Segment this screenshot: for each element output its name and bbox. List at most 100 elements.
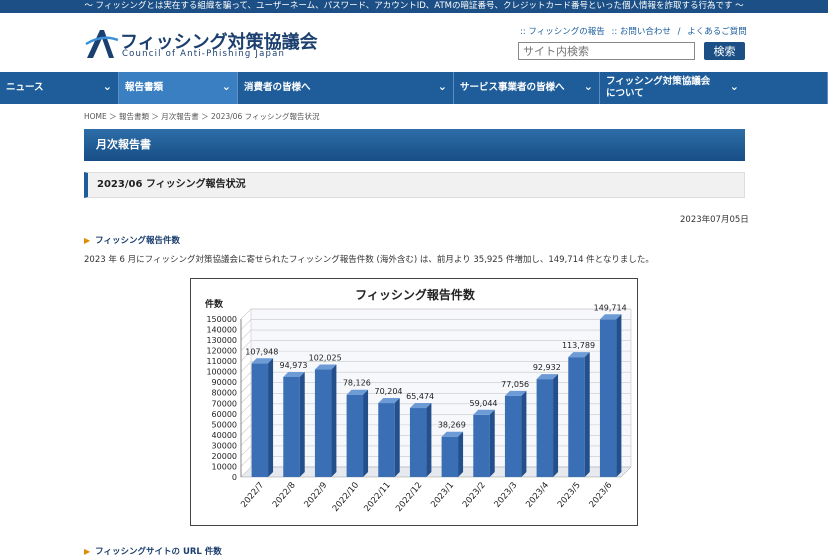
section-heading-label: フィッシング報告件数 — [95, 236, 180, 246]
bar-side — [394, 398, 400, 477]
data-label: 78,126 — [343, 379, 371, 388]
section-heading-label: フィッシングサイトの URL 件数 — [95, 547, 222, 557]
search-input[interactable] — [518, 42, 695, 60]
x-tick-label: 2023/1 — [429, 481, 456, 510]
main-nav: ニュース ⌄ 報告書類 ⌄ 消費者の皆様へ ⌄ サービス事業者の皆様へ ⌄ フィ… — [0, 72, 828, 104]
chevron-down-icon: ⌄ — [437, 80, 447, 93]
x-tick-label: 2023/6 — [588, 481, 615, 510]
y-tick-label: 70000 — [212, 399, 237, 408]
y-tick-label: 0 — [232, 473, 237, 482]
faq-link[interactable]: よくあるご質問 — [687, 27, 747, 37]
y-tick-label: 60000 — [212, 410, 237, 419]
bar-side — [458, 431, 464, 477]
nav-consumers[interactable]: 消費者の皆様へ ⌄ — [238, 72, 454, 104]
bar-side — [331, 364, 337, 477]
report-date: 2023年07月05日 — [680, 215, 749, 225]
nav-service-providers-label: サービス事業者の皆様へ — [460, 82, 565, 93]
bar-side — [426, 403, 432, 477]
search-button[interactable]: 検索 — [704, 42, 745, 60]
nav-news-label: ニュース — [6, 82, 44, 93]
y-tick-label: 30000 — [212, 441, 237, 450]
bar — [346, 394, 364, 477]
data-label: 92,932 — [533, 363, 561, 372]
header-links: :: フィッシングの報告 :: お問い合わせ / よくあるご質問 — [520, 25, 751, 37]
x-tick-label: 2022/12 — [394, 481, 424, 514]
data-label: 94,973 — [280, 361, 308, 370]
data-label: 107,948 — [245, 347, 278, 356]
chart-title: フィッシング報告件数 — [355, 287, 476, 302]
bar — [283, 376, 300, 477]
chevron-down-icon: ⌄ — [583, 80, 593, 93]
nav-news[interactable]: ニュース ⌄ — [0, 72, 119, 104]
bar-side — [489, 409, 495, 477]
bar-side — [268, 358, 274, 477]
bar — [473, 414, 490, 477]
bar — [568, 357, 585, 477]
report-count-chart: フィッシング報告件数件数 0 10000 20000 30000 40000 50000 60… — [190, 278, 638, 526]
data-label: 149,714 — [594, 303, 627, 312]
breadcrumb: HOME ＞ 報告書類 ＞ 月次報告書 ＞ 2023/06 フィッシング報告状況 — [84, 112, 320, 121]
bar — [441, 436, 459, 477]
header-link-separator: / — [677, 27, 681, 37]
y-tick-label: 80000 — [212, 389, 237, 398]
bar-side — [363, 389, 369, 477]
chevron-down-icon: ⌄ — [221, 80, 231, 93]
nav-consumers-label: 消費者の皆様へ — [244, 82, 311, 93]
bar — [378, 403, 395, 477]
y-tick-label: 20000 — [212, 452, 237, 461]
bar — [504, 395, 522, 477]
nav-about-label-2: について — [606, 88, 644, 99]
report-summary-text: 2023 年 6 月にフィッシング対策協議会に寄せられたフィッシング報告件数 (… — [84, 255, 654, 265]
data-label: 38,269 — [438, 421, 466, 430]
x-tick-label: 2023/4 — [524, 481, 551, 510]
data-label: 102,025 — [309, 354, 342, 363]
y-tick-label: 10000 — [212, 462, 237, 471]
y-tick-label: 150000 — [206, 315, 237, 324]
report-subtitle: 2023/06 フィッシング報告状況 — [84, 172, 745, 198]
y-tick-label: 130000 — [206, 336, 237, 345]
logo[interactable]: フィッシング対策協議会 Council of Anti-Phishing Jap… — [84, 26, 318, 62]
data-label: 77,056 — [501, 380, 529, 389]
x-tick-label: 2023/3 — [493, 481, 520, 510]
x-tick-label: 2023/2 — [461, 481, 488, 510]
bar — [599, 319, 617, 477]
nav-about-label: フィッシング対策協議会 — [606, 76, 711, 87]
x-tick-label: 2022/7 — [239, 481, 266, 510]
bar — [251, 363, 269, 477]
top-banner: ～ フィッシングとは実在する組織を騙って、ユーザーネーム、パスワード、アカウント… — [0, 0, 828, 13]
nav-reports[interactable]: 報告書類 ⌄ — [119, 72, 238, 104]
y-axis-label: 件数 — [205, 298, 224, 310]
x-tick-label: 2022/10 — [331, 481, 361, 514]
y-tick-label: 100000 — [206, 368, 237, 377]
bar — [536, 379, 554, 477]
nav-service-providers[interactable]: サービス事業者の皆様へ ⌄ — [454, 72, 600, 104]
bar — [314, 369, 332, 477]
logo-subtitle: Council of Anti-Phishing Japan — [122, 49, 286, 59]
bar — [409, 408, 427, 477]
section-heading-report-count: ▶ フィッシング報告件数 — [84, 234, 180, 246]
y-tick-label: 110000 — [206, 357, 237, 366]
nav-reports-label: 報告書類 — [125, 82, 164, 93]
y-tick-label: 90000 — [212, 378, 237, 387]
triangle-right-icon: ▶ — [84, 236, 91, 245]
nav-about[interactable]: フィッシング対策協議会 について ⌄ — [600, 72, 828, 104]
data-label: 113,789 — [562, 341, 595, 350]
y-tick-label: 40000 — [212, 431, 237, 440]
x-tick-label: 2023/5 — [556, 481, 583, 510]
contact-link[interactable]: :: お問い合わせ — [611, 27, 670, 37]
chevron-down-icon: ⌄ — [102, 80, 112, 93]
x-tick-label: 2022/8 — [271, 481, 298, 510]
data-label: 70,204 — [375, 387, 403, 396]
y-tick-label: 140000 — [206, 326, 237, 335]
bar-side — [584, 352, 590, 477]
phishing-report-link[interactable]: :: フィッシングの報告 — [520, 27, 605, 37]
y-tick-label: 50000 — [212, 420, 237, 429]
data-label: 65,474 — [406, 392, 434, 401]
chart-svg: フィッシング報告件数件数 0 1000020000 3000040000 5000060… — [205, 287, 632, 514]
logo-mark-icon — [85, 30, 119, 58]
data-label: 59,044 — [470, 399, 498, 408]
chevron-down-icon: ⌄ — [729, 80, 739, 93]
bar-side — [521, 390, 527, 477]
y-tick-label: 120000 — [206, 347, 237, 356]
page-title: 月次報告書 — [84, 129, 745, 161]
